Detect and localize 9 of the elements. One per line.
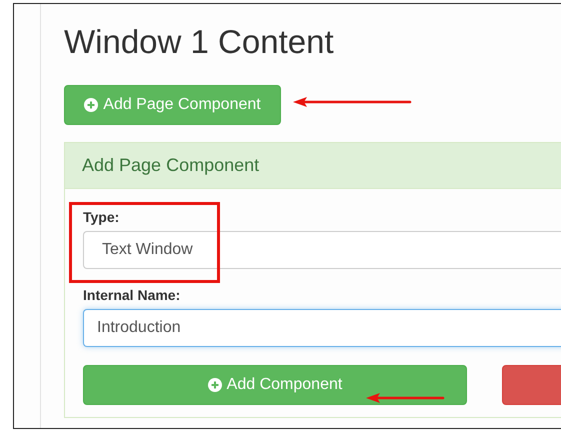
field-label: Internal Name: bbox=[83, 287, 180, 303]
panel-heading: Add Page Component bbox=[65, 143, 561, 189]
plus-circle-icon bbox=[208, 378, 222, 392]
danger-button[interactable] bbox=[502, 365, 561, 405]
plus-circle-icon bbox=[84, 98, 98, 112]
page-title: Window 1 Content bbox=[64, 22, 334, 62]
select-field[interactable]: Text Window bbox=[83, 231, 561, 269]
field-label: Type: bbox=[83, 209, 120, 225]
input-field[interactable]: Introduction bbox=[83, 309, 561, 347]
